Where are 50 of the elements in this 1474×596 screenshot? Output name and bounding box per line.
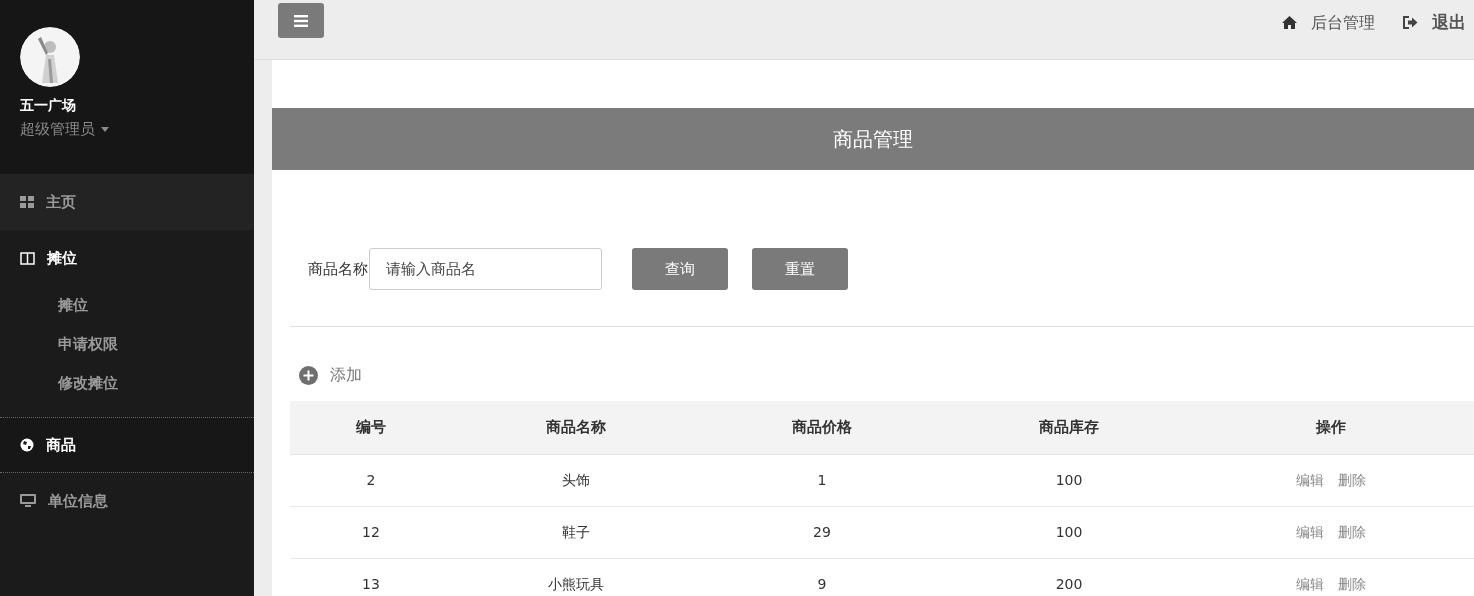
user-role-dropdown[interactable]: 超级管理员: [20, 118, 234, 141]
add-button[interactable]: 添加: [299, 363, 362, 387]
table-cell-text: 头饰: [561, 471, 591, 490]
column-header: 商品价格: [791, 417, 853, 439]
page-title: 商品管理: [833, 126, 913, 153]
row-action-link[interactable]: 编辑: [1296, 574, 1324, 595]
column-header: 商品名称: [545, 417, 607, 439]
row-action-link[interactable]: 删除: [1338, 574, 1366, 595]
plus-circle-icon: [299, 365, 318, 385]
column-header: 编号: [355, 417, 387, 439]
column-header: 商品库存: [1038, 417, 1100, 439]
columns-icon: [20, 251, 35, 265]
search-button[interactable]: 查询: [632, 248, 728, 290]
table-cell-text: 100: [1054, 471, 1084, 490]
table-cell-text: 200: [1054, 575, 1084, 594]
globe-icon: [20, 438, 34, 452]
grid-icon: [20, 196, 34, 208]
home-icon: [1282, 16, 1297, 29]
sidebar-item[interactable]: 单位信息: [0, 473, 254, 529]
table-cell-text: 1: [816, 471, 828, 490]
table-cell-text: 12: [361, 523, 381, 542]
search-field[interactable]: 请输入商品名: [369, 248, 602, 290]
menu-icon: [294, 14, 308, 27]
table-cell-text: 小熊玩具: [547, 575, 605, 594]
submenu-item[interactable]: 摊位: [0, 286, 254, 325]
row-action-link[interactable]: 编辑: [1296, 522, 1324, 543]
row-action-link[interactable]: 删除: [1338, 522, 1366, 543]
topbar-link[interactable]: 退出: [1403, 9, 1466, 36]
menu-button[interactable]: [278, 3, 324, 38]
table-cell-text: 13: [361, 575, 381, 594]
column-header: 操作: [1315, 417, 1347, 439]
sidebar-item[interactable]: 商品: [0, 417, 254, 473]
table-cell-text: 100: [1054, 523, 1084, 542]
row-action-link[interactable]: 删除: [1338, 470, 1366, 491]
submenu-item[interactable]: 修改摊位: [0, 364, 254, 403]
sidebar-item[interactable]: 主页: [0, 174, 254, 230]
table-cell-text: 鞋子: [561, 523, 591, 542]
user-name: 五一广场: [20, 96, 77, 115]
topbar-link[interactable]: 后台管理: [1282, 10, 1375, 35]
table-cell-text: 9: [816, 575, 828, 594]
row-action-link[interactable]: 编辑: [1296, 470, 1324, 491]
table-cell-text: 2: [365, 471, 377, 490]
monitor-icon: [20, 494, 36, 508]
sidebar-item[interactable]: 摊位: [0, 230, 254, 286]
submenu-item[interactable]: 申请权限: [0, 325, 254, 364]
search-button[interactable]: 重置: [752, 248, 848, 290]
search-label: 商品名称: [308, 258, 368, 280]
caret-icon: [101, 126, 109, 132]
logout-icon: [1403, 16, 1418, 29]
table-cell-text: 29: [812, 523, 832, 542]
